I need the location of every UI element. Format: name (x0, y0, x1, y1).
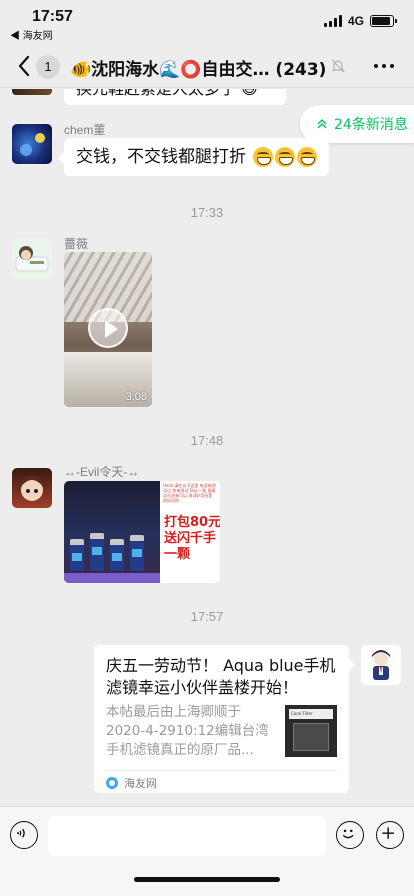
status-bar: 17:57 ◀ 海友网 4G (0, 0, 414, 44)
grin-emoji-icon (253, 147, 274, 167)
link-title: 庆五一劳动节！ Aqua blue手机滤镜幸运小伙伴盖楼开始！ (106, 656, 336, 697)
message-text: 交钱，不交钱都腿打折 (76, 147, 246, 167)
battery-icon (370, 15, 397, 27)
avatar[interactable] (361, 645, 401, 685)
image-fine-print: Hello 请在以下这里 有没有测试过 快来测试 5kg 一瓶 直接点击进来可以… (163, 483, 216, 503)
unread-count-badge[interactable]: 1 (36, 55, 60, 79)
timestamp: 17:33 (190, 205, 224, 220)
status-time: 17:57 (32, 8, 73, 25)
chevron-left-icon[interactable] (16, 54, 32, 78)
plus-icon[interactable] (376, 821, 404, 849)
input-bar (0, 806, 414, 896)
status-indicators: 4G (323, 14, 397, 28)
source-name: 海友网 (124, 778, 157, 790)
avatar[interactable] (12, 239, 52, 279)
grin-emoji-group (253, 147, 318, 167)
double-chevron-up-icon (317, 119, 327, 129)
chat-title[interactable]: 🐠沈阳海水🌊⭕自由交… (243) (70, 55, 340, 80)
link-source: 海友网 (106, 775, 157, 791)
message-list[interactable]: 换元鞋赶紧是人太多了 😆 24条新消息 chem菫 交钱，不交钱都腿打折 17:… (0, 89, 414, 807)
more-dots-icon[interactable] (374, 64, 394, 68)
link-card-message[interactable]: 庆五一劳动节！ Aqua blue手机滤镜幸运小伙伴盖楼开始！ 本帖最后由上海卿… (94, 645, 355, 793)
product-photo (64, 481, 160, 583)
voice-icon[interactable] (10, 821, 38, 849)
sender-name: 薔薇 (64, 237, 89, 251)
link-description: 本帖最后由上海卿顺于2020-4-2910:12编辑台湾手机滤镜真正的原厂品..… (106, 704, 269, 758)
emoji-icon[interactable] (336, 821, 364, 849)
chat-header: 1 🐠沈阳海水🌊⭕自由交… (243) (0, 44, 414, 88)
new-messages-label: 24条新消息 (334, 117, 408, 133)
link-thumbnail: Coral Filter (285, 705, 337, 757)
text-message-bubble[interactable]: 换元鞋赶紧是人太多了 😆 (64, 89, 286, 105)
signal-bars-icon (323, 15, 342, 27)
message-input[interactable] (48, 816, 326, 856)
avatar[interactable] (12, 124, 52, 164)
grin-emoji-icon (297, 147, 318, 167)
sender-name: ↔-Evil令天-↔ (64, 465, 140, 479)
image-promo-text: 打包80元 送闪千手 一颗 (164, 515, 220, 562)
video-message[interactable]: 3:08 (64, 252, 152, 407)
mute-bell-icon (331, 59, 345, 73)
avatar[interactable] (12, 468, 52, 508)
timestamp: 17:57 (190, 609, 224, 624)
battery-level (372, 17, 390, 25)
play-icon[interactable] (88, 308, 128, 348)
source-app-icon (106, 777, 118, 789)
network-type: 4G (347, 14, 364, 28)
avatar[interactable] (12, 89, 52, 95)
video-duration: 3:08 (125, 391, 147, 403)
promo-text-area: Hello 请在以下这里 有没有测试过 快来测试 5kg 一瓶 直接点击进来可以… (160, 481, 220, 583)
grin-emoji-icon (275, 147, 296, 167)
home-indicator[interactable] (134, 877, 280, 882)
sender-name: chem菫 (64, 123, 106, 137)
back-to-app-link[interactable]: ◀ 海友网 (10, 27, 53, 42)
image-message[interactable]: Hello 请在以下这里 有没有测试过 快来测试 5kg 一瓶 直接点击进来可以… (64, 481, 220, 583)
timestamp: 17:48 (190, 433, 224, 448)
text-message-bubble[interactable]: 交钱，不交钱都腿打折 (57, 138, 330, 176)
